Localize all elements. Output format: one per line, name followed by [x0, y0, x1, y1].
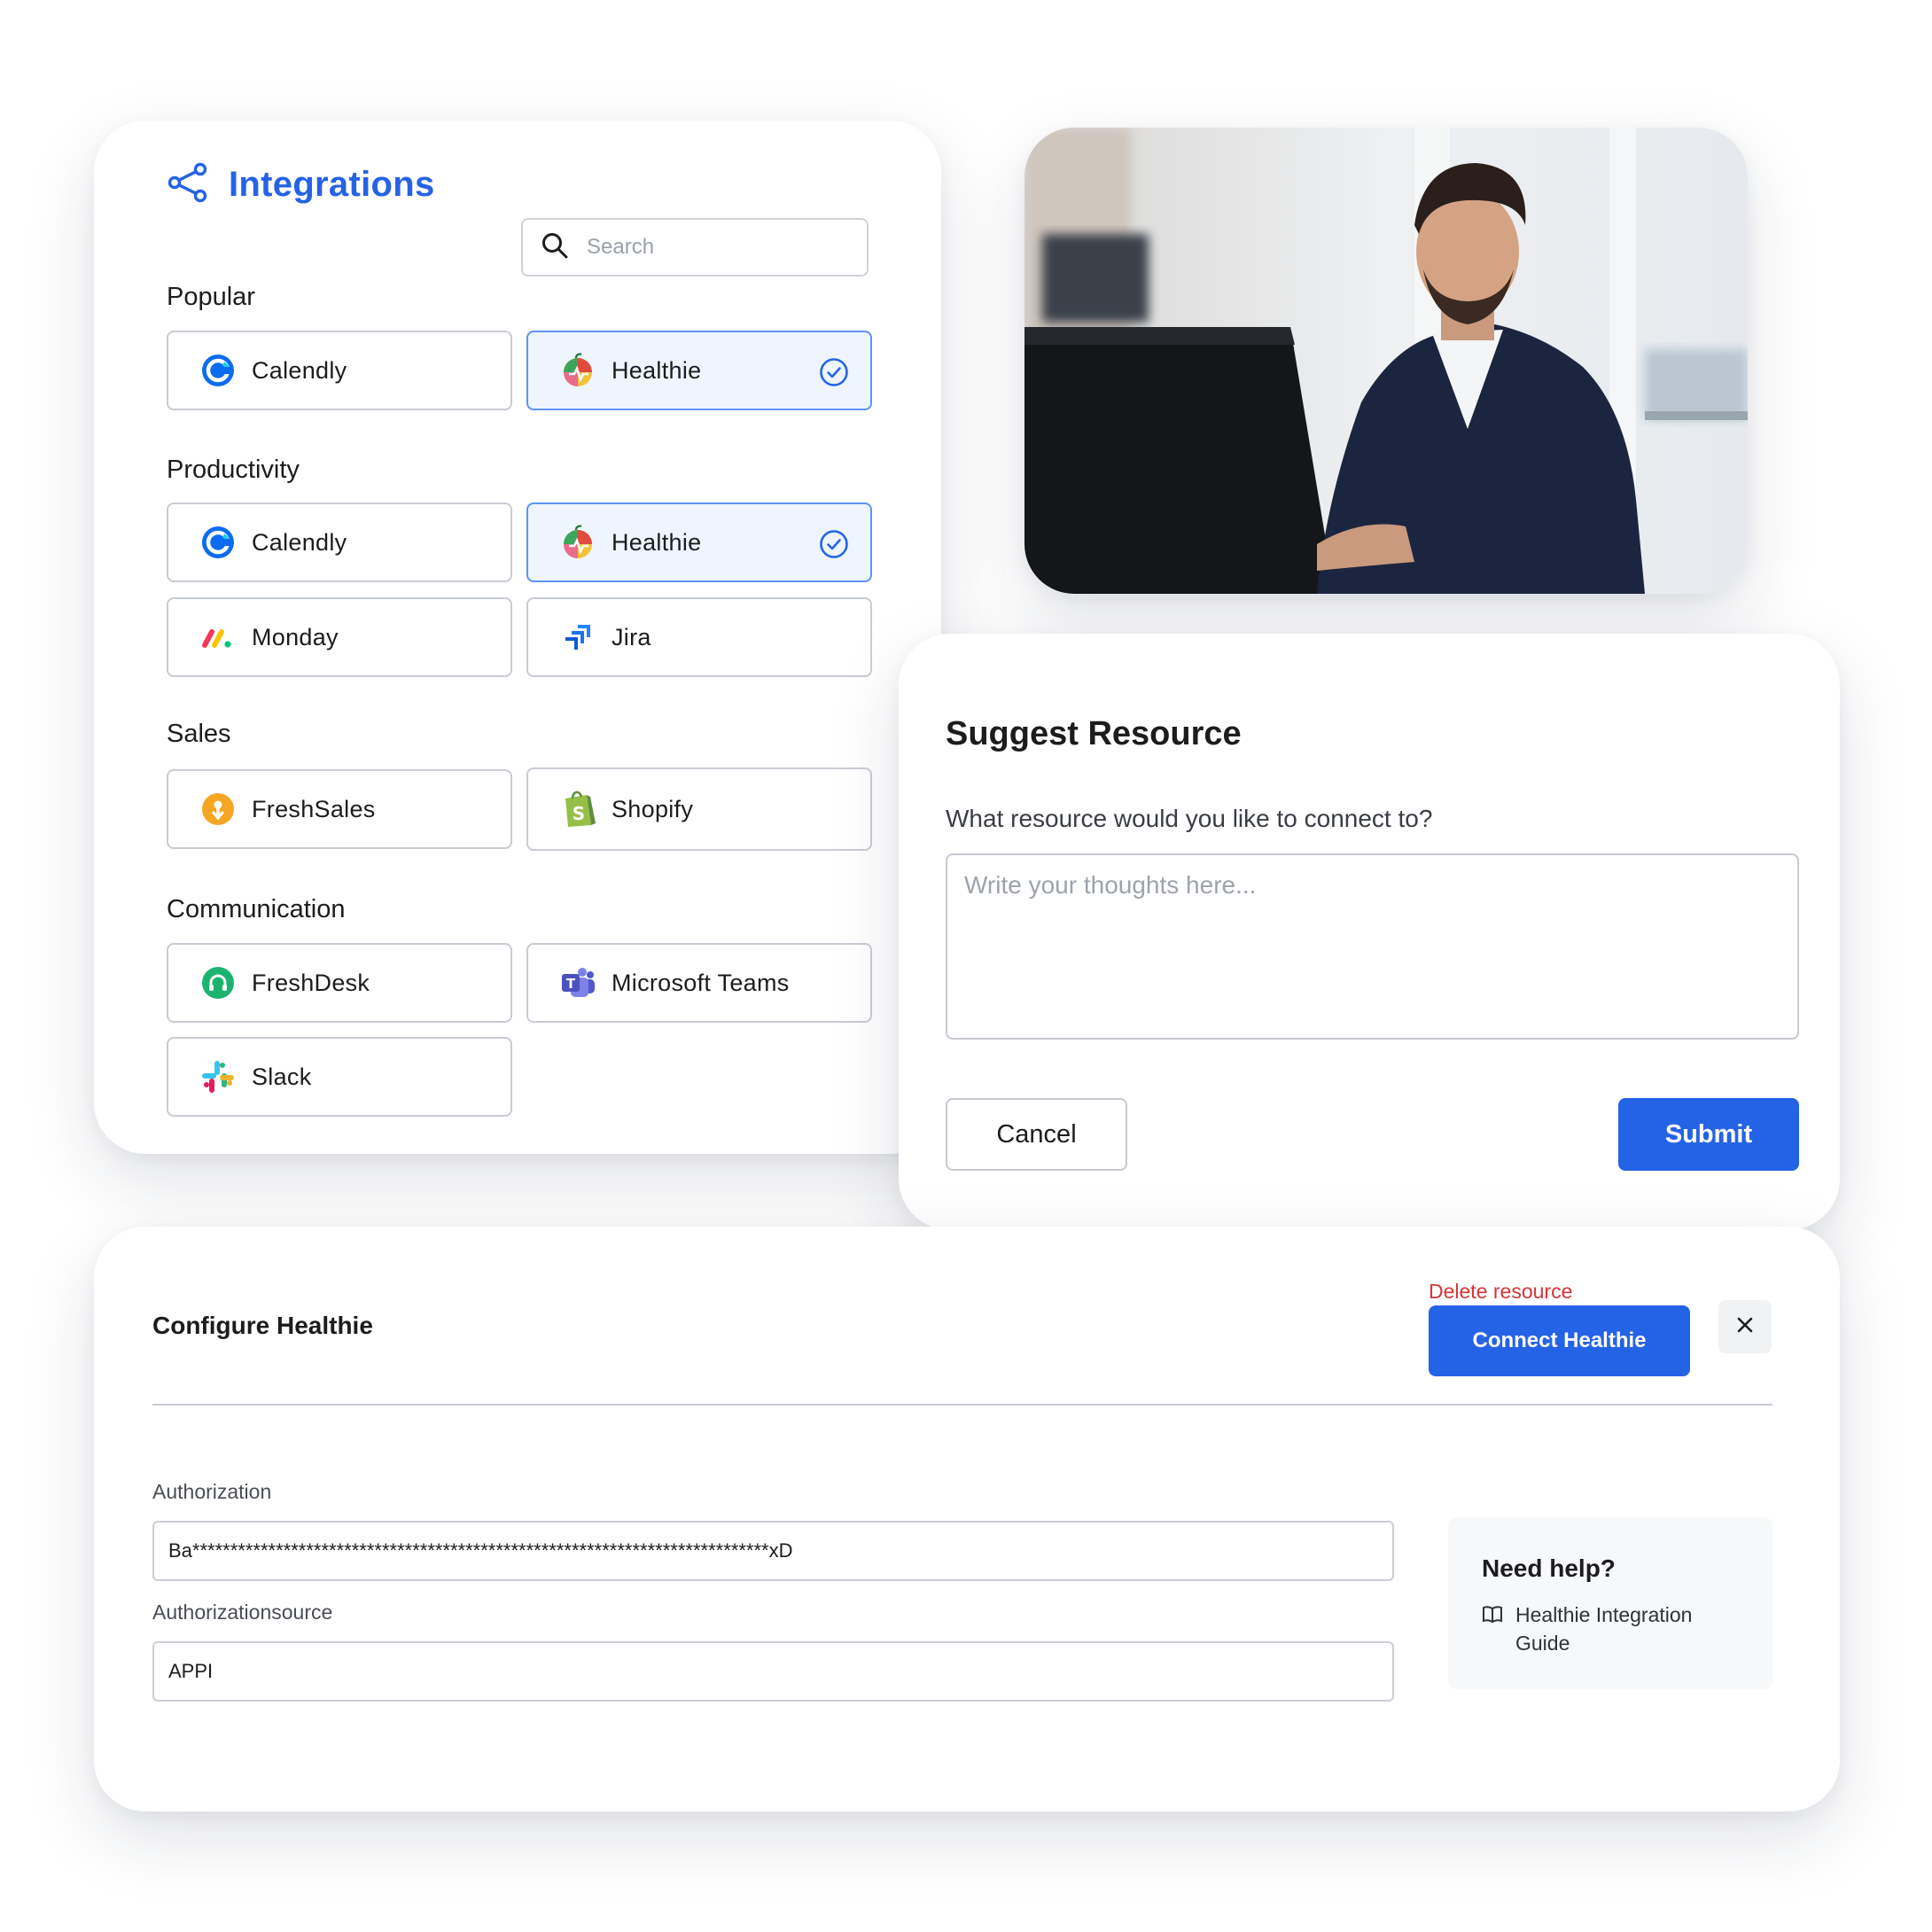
authorizationsource-field[interactable]: APPI — [152, 1641, 1394, 1702]
calendly-logo-icon — [199, 523, 238, 562]
question-label: What resource would you like to connect … — [946, 805, 1433, 832]
configure-healthie-panel: Configure Healthie Delete resource Conne… — [94, 1227, 1840, 1811]
integration-name: Monday — [252, 623, 339, 650]
man-at-computer-image — [1024, 128, 1748, 594]
integration-tile-freshdesk[interactable]: FreshDesk — [167, 943, 512, 1023]
search-icon — [541, 231, 569, 264]
integration-tile-jira[interactable]: Jira — [526, 597, 872, 677]
authorization-label: Authorization — [152, 1480, 272, 1503]
close-icon — [1735, 1315, 1755, 1339]
connect-healthie-button[interactable]: Connect Healthie — [1429, 1305, 1690, 1376]
cancel-button[interactable]: Cancel — [946, 1098, 1127, 1171]
integration-name: Jira — [612, 623, 651, 650]
search-input[interactable]: Search — [521, 218, 869, 277]
integrations-panel: Integrations Search Popular Calendly Hea… — [94, 121, 941, 1154]
authorization-field[interactable]: Ba**************************************… — [152, 1521, 1394, 1581]
divider — [152, 1404, 1772, 1406]
integration-tile-microsoft-teams[interactable]: T Microsoft Teams — [526, 943, 872, 1023]
healthie-logo-icon — [558, 523, 597, 562]
integration-name: Shopify — [612, 795, 694, 822]
thoughts-textarea[interactable]: Write your thoughts here... — [946, 853, 1799, 1040]
book-icon — [1482, 1605, 1503, 1629]
textarea-placeholder: Write your thoughts here... — [964, 871, 1257, 899]
help-title: Need help? — [1482, 1554, 1616, 1582]
suggest-resource-dialog: Suggest Resource What resource would you… — [899, 634, 1840, 1230]
healthie-logo-icon — [558, 351, 597, 390]
section-label-communication: Communication — [167, 895, 346, 923]
authorizationsource-label: Authorizationsource — [152, 1601, 333, 1624]
integration-tile-calendly[interactable]: Calendly — [167, 331, 512, 410]
section-label-sales: Sales — [167, 720, 231, 748]
guide-link-label: Healthie Integration Guide — [1515, 1603, 1693, 1655]
jira-logo-icon — [558, 618, 597, 657]
delete-resource-link[interactable]: Delete resource — [1429, 1280, 1572, 1304]
help-box: Need help? Healthie Integration Guide — [1448, 1517, 1772, 1689]
integration-name: FreshDesk — [252, 969, 370, 996]
check-circle-icon — [819, 357, 849, 392]
svg-text:S: S — [573, 803, 585, 824]
integration-name: Calendly — [252, 356, 347, 384]
integrations-header: Integrations — [167, 161, 435, 208]
freshsales-logo-icon — [199, 790, 238, 829]
dialog-title: Suggest Resource — [946, 715, 1242, 752]
integration-guide-link[interactable]: Healthie Integration Guide — [1482, 1601, 1746, 1657]
integrations-title: Integrations — [229, 165, 435, 204]
integration-tile-calendly[interactable]: Calendly — [167, 502, 512, 582]
integration-name: FreshSales — [252, 795, 376, 822]
slack-logo-icon — [199, 1057, 238, 1096]
submit-button[interactable]: Submit — [1618, 1098, 1799, 1171]
integration-name: Microsoft Teams — [612, 969, 790, 996]
integration-tile-monday[interactable]: Monday — [167, 597, 512, 677]
authorizationsource-value: APPI — [168, 1660, 214, 1682]
authorization-value: Ba**************************************… — [168, 1539, 793, 1562]
close-button[interactable] — [1718, 1300, 1772, 1353]
share-icon — [167, 161, 209, 208]
integration-name: Calendly — [252, 528, 347, 556]
integration-tile-healthie[interactable]: Healthie — [526, 502, 872, 582]
integration-tile-healthie[interactable]: Healthie — [526, 331, 872, 410]
integration-name: Slack — [252, 1063, 312, 1090]
integration-name: Healthie — [612, 528, 702, 556]
calendly-logo-icon — [199, 351, 238, 390]
office-photo — [1024, 128, 1748, 594]
configure-title: Configure Healthie — [152, 1312, 373, 1339]
section-label-popular: Popular — [167, 283, 255, 311]
integration-tile-shopify[interactable]: S Shopify — [526, 767, 872, 851]
monday-logo-icon — [199, 618, 238, 657]
check-circle-icon — [819, 529, 849, 564]
freshdesk-logo-icon — [199, 963, 238, 1002]
integration-tile-slack[interactable]: Slack — [167, 1037, 512, 1117]
shopify-logo-icon: S — [558, 790, 597, 829]
teams-logo-icon: T — [558, 963, 597, 1002]
section-label-productivity: Productivity — [167, 456, 300, 484]
svg-text:T: T — [566, 976, 576, 992]
integration-tile-freshsales[interactable]: FreshSales — [167, 769, 512, 849]
search-placeholder: Search — [587, 235, 655, 259]
integration-name: Healthie — [612, 356, 702, 384]
